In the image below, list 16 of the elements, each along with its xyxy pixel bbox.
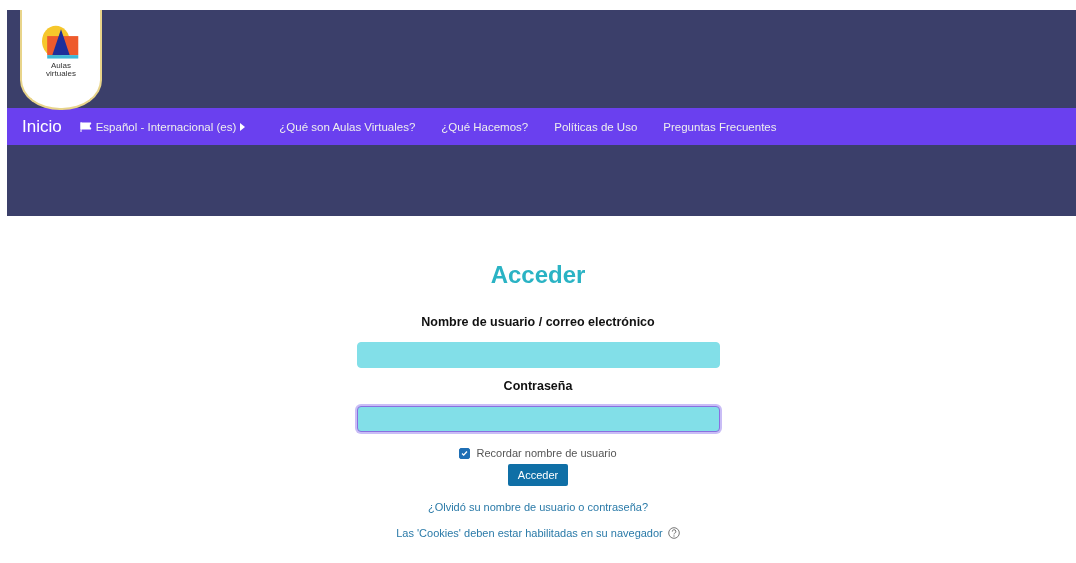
login-button[interactable]: Acceder bbox=[507, 464, 569, 486]
page-title: Acceder bbox=[490, 261, 586, 289]
nav-link[interactable]: ¿Qué son Aulas Virtuales? bbox=[279, 120, 416, 133]
site-logo[interactable]: Aulas virtuales bbox=[20, 10, 102, 110]
nav-link[interactable]: Inicio bbox=[22, 116, 62, 137]
nav-link[interactable]: Políticas de Uso bbox=[554, 120, 638, 133]
logo-text: Aulas bbox=[51, 62, 71, 70]
nav-link[interactable]: ¿Qué Hacemos? bbox=[441, 120, 529, 133]
cookies-link[interactable]: Las 'Cookies' deben estar habilitadas en su navegador bbox=[396, 527, 663, 539]
field-label: Contraseña bbox=[503, 379, 573, 393]
forgot-link[interactable]: ¿Olvidó su nombre de usuario o contraseña? bbox=[427, 501, 649, 513]
checkbox-label[interactable]: Recordar nombre de usuario bbox=[476, 447, 617, 459]
nav-link[interactable]: Preguntas Frecuentes bbox=[663, 120, 777, 133]
language-menu[interactable]: Español - Internacional (es) bbox=[79, 120, 246, 133]
field-label: Nombre de usuario / correo electrónico bbox=[421, 315, 655, 329]
logo-text: virtuales bbox=[46, 70, 76, 78]
